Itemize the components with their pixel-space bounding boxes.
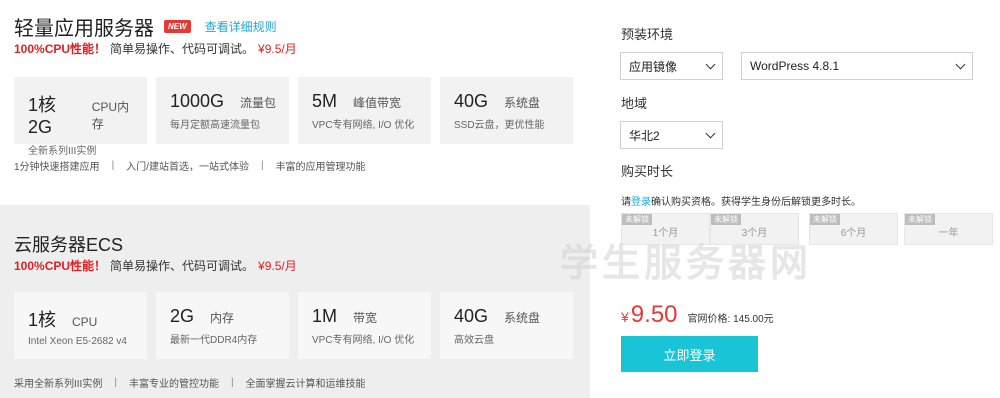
spec-card: 1核 CPU Intel Xeon E5-2682 v4 [14, 292, 147, 359]
feature-separator: | [114, 377, 117, 388]
region-value: 华北2 [629, 128, 660, 143]
spec-desc: Intel Xeon E5-2682 v4 [28, 336, 127, 347]
lightweight-spec-row: 1核2G CPU内存 全新系列III实例 1000G 流量包 每月定额高速流量包 5… [14, 77, 573, 157]
preinstall-label: 预装环境 [621, 27, 674, 42]
ecs-title: 云服务器ECS [14, 235, 124, 255]
image-version-select[interactable]: WordPress 4.8.1 [741, 52, 973, 80]
feature-item: 丰富专业的管控功能 [128, 379, 219, 390]
ecs-spec-row: 1核 CPU Intel Xeon E5-2682 v4 2G 内存 最新一代DDR… [14, 292, 573, 359]
watermark: 学生服务器网 [560, 243, 813, 285]
image-version-value: WordPress 4.8.1 [750, 59, 840, 73]
duration-option-locked[interactable]: 未解锁 6个月 [809, 213, 898, 245]
promo-price: ¥9.5/月 [258, 42, 297, 56]
feature-item: 1分钟快速搭建应用 [14, 162, 100, 173]
price-value: 9.50 [630, 301, 678, 328]
ecs-panel: 云服务器ECS 100%CPU性能！ 简单易操作、代码可调试。 ¥9.5/月 1… [0, 205, 590, 398]
spec-desc: 每月定额高速流量包 [170, 120, 260, 131]
detail-rules-link[interactable]: 查看详细规则 [205, 18, 277, 35]
feature-item: 丰富的应用管理功能 [275, 162, 366, 173]
login-link[interactable]: 登录 [631, 197, 651, 208]
spec-unit: CPU内存 [91, 100, 130, 131]
spec-value: 40G [454, 91, 489, 111]
spec-value: 2G [170, 306, 195, 326]
spec-card: 1核2G CPU内存 全新系列III实例 [14, 77, 147, 157]
duration-option-locked[interactable]: 未解锁 一年 [904, 213, 993, 245]
spec-unit: 带宽 [353, 311, 378, 325]
spec-desc: 最新一代DDR4内存 [170, 335, 258, 346]
spec-card: 1M 带宽 VPC专有网络, I/O 优化 [298, 292, 431, 359]
spec-desc: 全新系列III实例 [28, 146, 97, 157]
login-button[interactable]: 立即登录 [621, 336, 758, 372]
feature-item: 全面掌握云计算和运维技能 [245, 379, 366, 390]
spec-unit: CPU [72, 315, 98, 329]
promo-highlight: 100%CPU性能！ [14, 42, 107, 56]
spec-value: 1M [312, 306, 338, 326]
order-panel: 预装环境 应用镜像 WordPress 4.8.1 地域 华北2 购买时长 请登… [590, 0, 1000, 398]
official-price: 官网价格: 145.00元 [687, 314, 774, 325]
lightweight-promo: 100%CPU性能！ 简单易操作、代码可调试。 ¥9.5/月 [14, 40, 297, 57]
new-badge: NEW [164, 20, 191, 33]
spec-desc: VPC专有网络, I/O 优化 [312, 335, 415, 346]
feature-separator: | [260, 160, 264, 171]
promo-price: ¥9.5/月 [258, 259, 297, 273]
spec-card: 5M 峰值带宽 VPC专有网络, I/O 优化 [298, 77, 431, 144]
chevron-down-icon [705, 128, 716, 139]
spec-card: 2G 内存 最新一代DDR4内存 [156, 292, 289, 359]
notice-prefix: 请 [621, 197, 631, 208]
lightweight-title: 轻量应用服务器 [14, 18, 154, 40]
chevron-down-icon [955, 59, 966, 70]
lightweight-features: 1分钟快速搭建应用 | 入门/建站首选，一站式体验 | 丰富的应用管理功能 [14, 158, 366, 173]
spec-card: 40G 系统盘 高效云盘 [440, 292, 573, 359]
duration-text: 一年 [938, 228, 959, 239]
promo-text: 简单易操作、代码可调试。 [110, 259, 255, 273]
spec-desc: VPC专有网络, I/O 优化 [312, 120, 415, 131]
spec-desc: SSD云盘，更优性能 [454, 120, 545, 131]
currency-symbol: ¥ [621, 309, 629, 325]
image-type-value: 应用镜像 [629, 59, 678, 74]
lightweight-server-panel: 轻量应用服务器 NEW 查看详细规则 100%CPU性能！ 简单易操作、代码可调… [0, 0, 590, 205]
purchase-notice: 请登录确认购买资格。获得学生身份后解锁更多时长。 [621, 193, 861, 208]
spec-value: 40G [454, 306, 489, 326]
spec-unit: 系统盘 [504, 96, 541, 110]
spec-value: 1核2G [28, 95, 57, 137]
lightweight-title-row: 轻量应用服务器 NEW 查看详细规则 [14, 12, 277, 41]
region-label: 地域 [621, 96, 648, 111]
image-type-select[interactable]: 应用镜像 [620, 52, 723, 80]
spec-unit: 内存 [210, 311, 235, 325]
spec-unit: 峰值带宽 [353, 96, 402, 110]
price-display: ¥ 9.50 官网价格: 145.00元 [621, 301, 774, 329]
feature-item: 采用全新系列III实例 [14, 379, 103, 390]
notice-suffix: 确认购买资格。获得学生身份后解锁更多时长。 [651, 197, 861, 208]
region-select[interactable]: 华北2 [620, 121, 723, 149]
ecs-features: 采用全新系列III实例 | 丰富专业的管控功能 | 全面掌握云计算和运维技能 [14, 375, 366, 390]
feature-item: 入门/建站首选，一站式体验 [126, 162, 249, 173]
promo-highlight: 100%CPU性能！ [14, 259, 107, 273]
duration-label: 购买时长 [621, 164, 674, 179]
spec-card: 1000G 流量包 每月定额高速流量包 [156, 77, 289, 144]
ecs-promo: 100%CPU性能！ 简单易操作、代码可调试。 ¥9.5/月 [14, 257, 297, 274]
spec-value: 1000G [170, 91, 225, 111]
spec-desc: 高效云盘 [454, 335, 494, 346]
feature-separator: | [230, 377, 234, 388]
spec-card: 40G 系统盘 SSD云盘，更优性能 [440, 77, 573, 144]
spec-unit: 系统盘 [504, 311, 541, 325]
chevron-down-icon [705, 59, 716, 70]
spec-value: 5M [312, 91, 338, 111]
feature-separator: | [111, 160, 115, 171]
spec-value: 1核 [28, 310, 57, 330]
duration-text: 6个月 [840, 228, 867, 239]
spec-unit: 流量包 [240, 96, 277, 110]
promo-text: 简单易操作、代码可调试。 [110, 42, 255, 56]
